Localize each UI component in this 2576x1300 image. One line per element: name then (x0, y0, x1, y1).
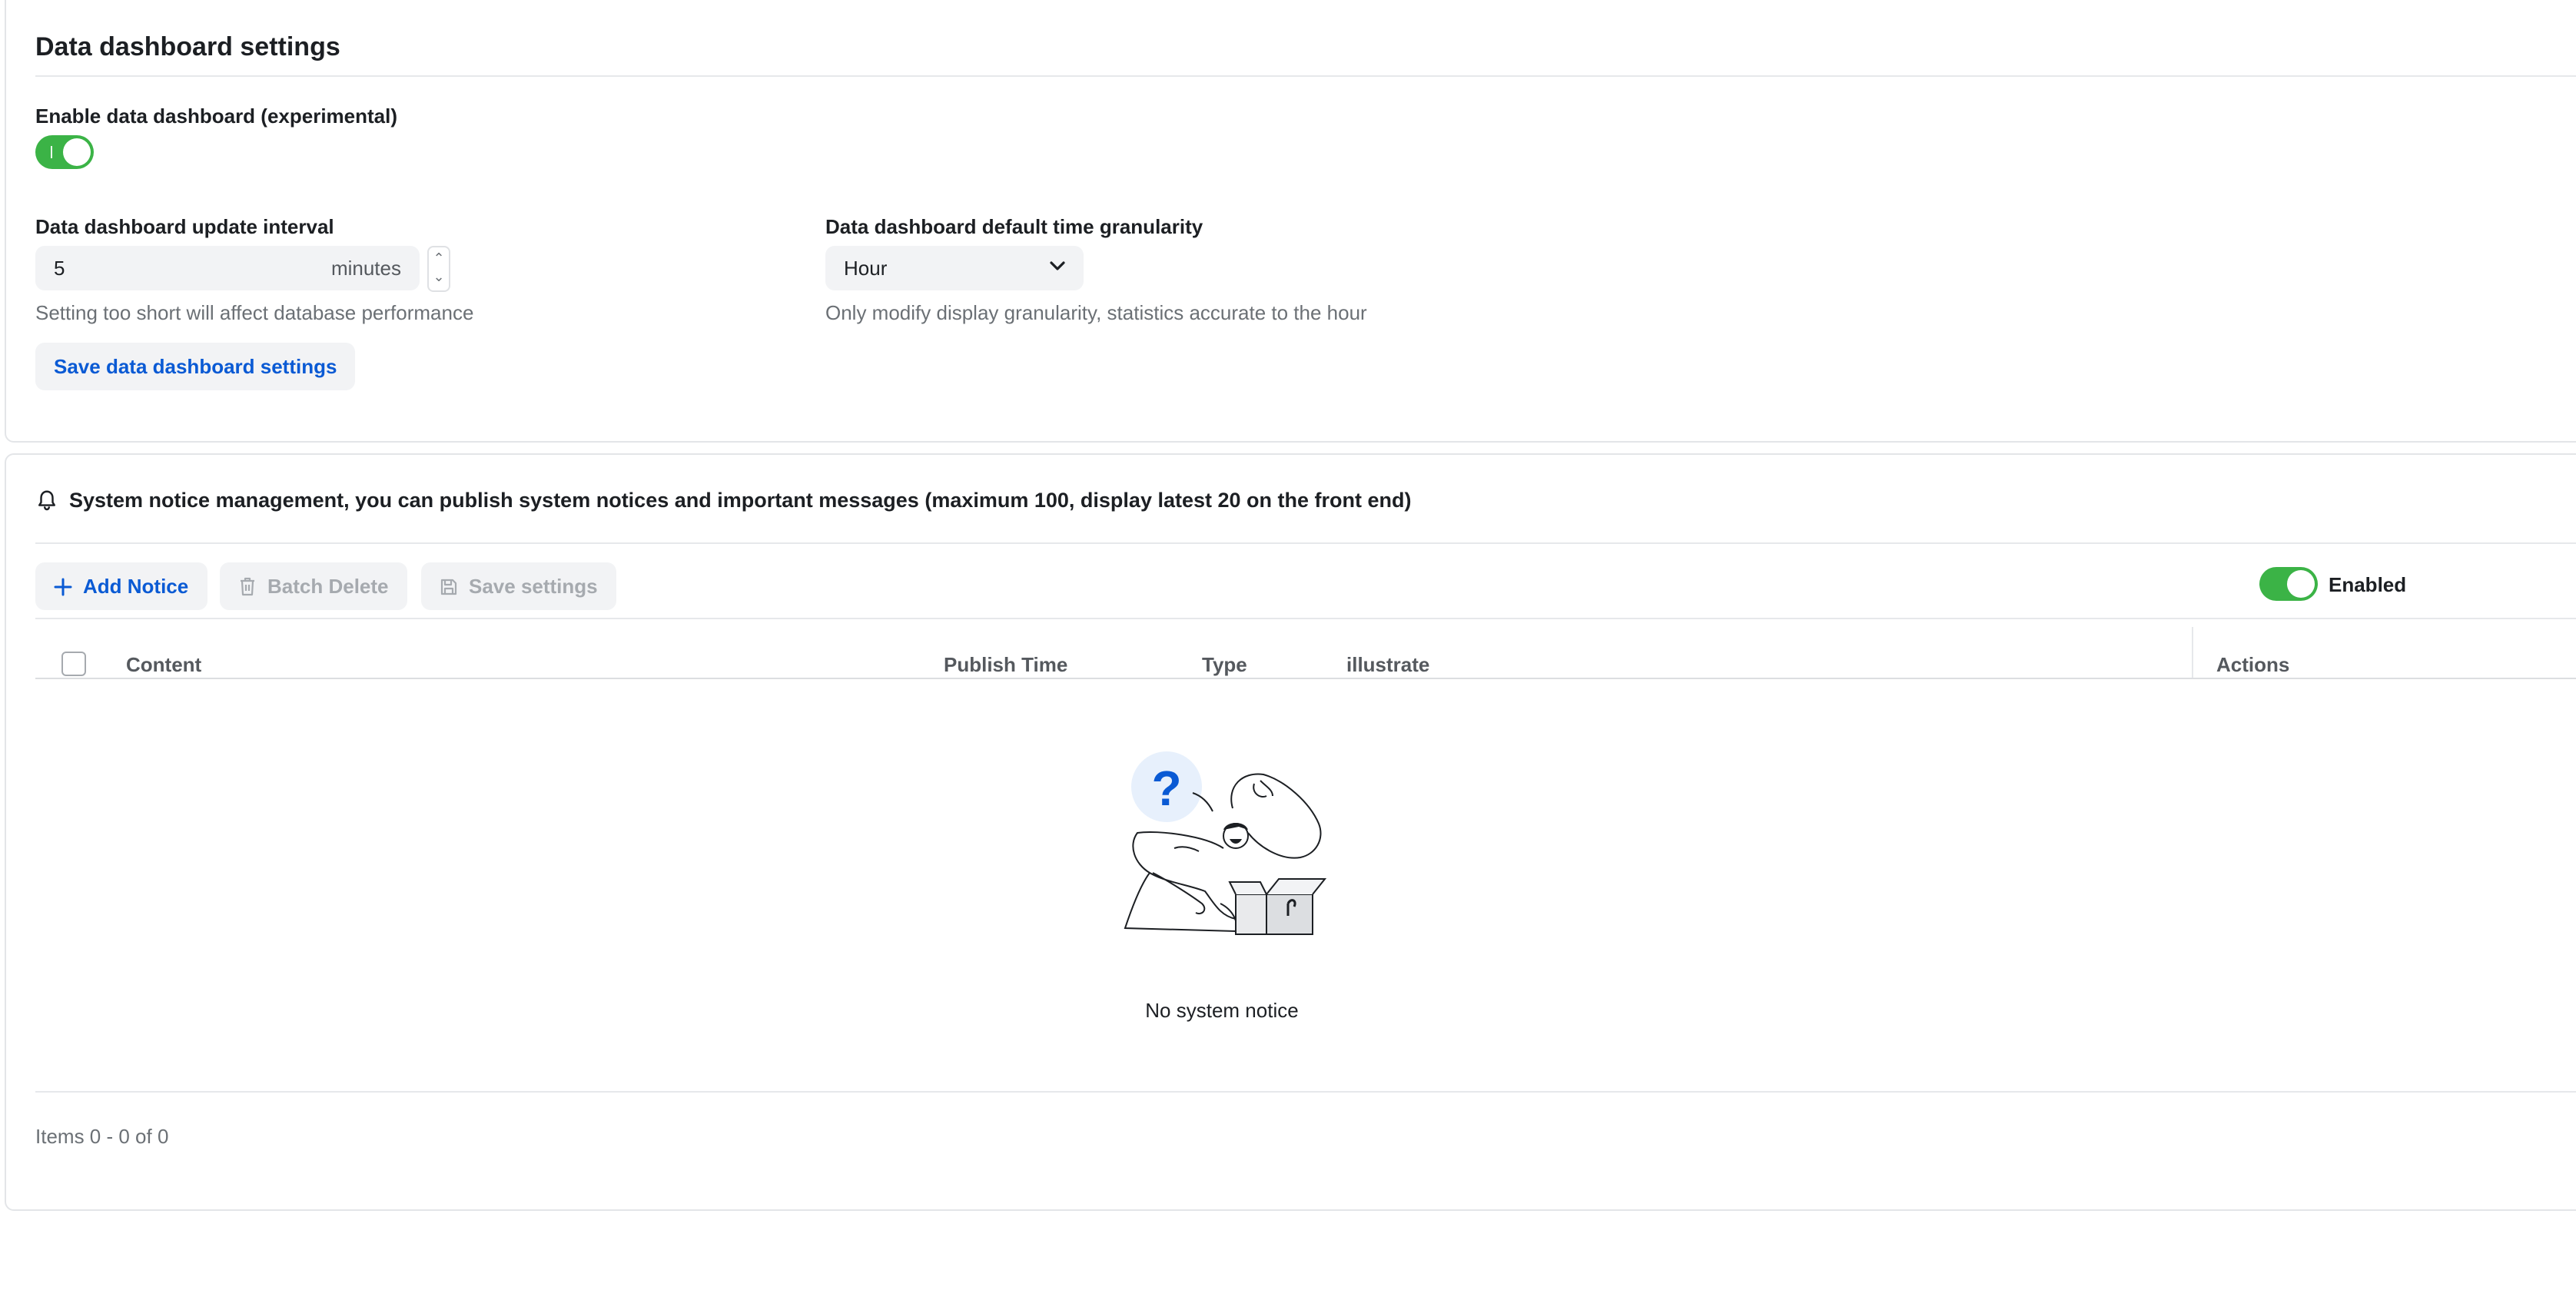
notice-management-header: System notice management, you can publis… (69, 489, 1412, 512)
enable-dashboard-label: Enable data dashboard (experimental) (35, 104, 398, 128)
toggle-knob (63, 138, 91, 166)
dashboard-settings-card: Data dashboard settings Enable data dash… (5, 0, 2576, 443)
stepper-up-icon[interactable]: ⌃ (429, 249, 449, 267)
notice-enabled-toggle[interactable] (2259, 567, 2318, 601)
update-interval-unit: minutes (330, 257, 401, 280)
add-notice-button[interactable]: Add Notice (35, 562, 207, 610)
column-header-actions: Actions (2216, 653, 2290, 676)
granularity-label: Data dashboard default time granularity (825, 215, 1203, 238)
actions-column-separator (2192, 627, 2193, 678)
settings-page: Data dashboard settings Enable data dash… (0, 0, 2576, 1300)
notice-enabled-label: Enabled (2329, 573, 2407, 596)
column-header-illustrate[interactable]: illustrate (1346, 653, 1429, 676)
column-header-type[interactable]: Type (1202, 653, 1247, 676)
batch-delete-button[interactable]: Batch Delete (220, 562, 407, 610)
save-settings-label: Save settings (469, 575, 598, 598)
empty-state-illustration: ? (1124, 751, 1327, 935)
update-interval-label: Data dashboard update interval (35, 215, 334, 238)
granularity-hint: Only modify display granularity, statist… (825, 301, 1367, 324)
update-interval-stepper[interactable]: ⌃ ⌄ (427, 246, 450, 292)
select-all-checkbox[interactable] (61, 652, 86, 676)
update-interval-input[interactable]: 5 minutes (35, 246, 420, 290)
empty-state-text: No system notice (1145, 999, 1299, 1022)
pagination-info: Items 0 - 0 of 0 (35, 1125, 169, 1148)
save-icon (440, 578, 457, 595)
bell-icon (38, 490, 55, 511)
update-interval-value: 5 (54, 257, 65, 280)
update-interval-hint: Setting too short will affect database p… (35, 301, 474, 324)
toolbar-divider (35, 618, 2576, 619)
enable-dashboard-toggle[interactable] (35, 135, 94, 169)
dashboard-settings-title: Data dashboard settings (35, 32, 340, 61)
column-header-publish-time[interactable]: Publish Time (944, 653, 1067, 676)
chevron-down-icon (1050, 261, 1065, 270)
plus-icon (54, 577, 72, 595)
granularity-value: Hour (844, 257, 888, 280)
save-dashboard-settings-button[interactable]: Save data dashboard settings (35, 343, 356, 390)
column-header-content[interactable]: Content (126, 653, 201, 676)
system-notice-card: System notice management, you can publis… (5, 453, 2576, 1211)
header-divider (35, 542, 2576, 544)
pagination-divider (35, 1091, 2576, 1093)
table-header-divider (35, 678, 2576, 679)
save-settings-button[interactable]: Save settings (421, 562, 616, 610)
batch-delete-label: Batch Delete (267, 575, 389, 598)
add-notice-label: Add Notice (83, 575, 189, 598)
granularity-select[interactable]: Hour (825, 246, 1084, 290)
question-icon: ? (1151, 761, 1181, 816)
save-dashboard-settings-label: Save data dashboard settings (54, 355, 337, 378)
toggle-knob (2287, 570, 2315, 598)
toggle-on-mark (51, 146, 52, 158)
stepper-down-icon[interactable]: ⌄ (429, 267, 449, 286)
title-divider (35, 75, 2576, 77)
trash-icon (241, 577, 254, 596)
